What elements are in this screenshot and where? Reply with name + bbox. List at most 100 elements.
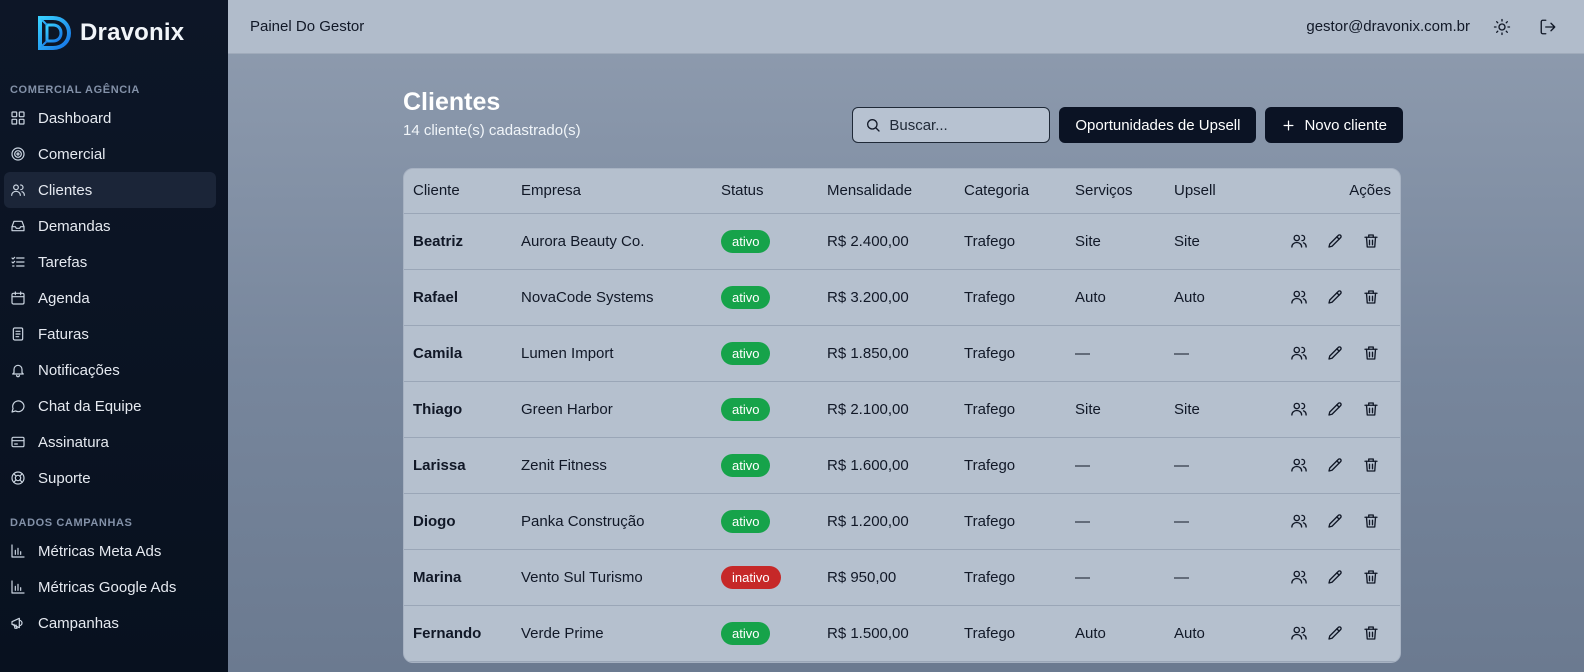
logout-button[interactable] xyxy=(1534,13,1562,41)
megaphone-icon xyxy=(11,617,23,629)
topbar-title: Painel Do Gestor xyxy=(250,18,365,35)
delete-button[interactable] xyxy=(1361,623,1381,643)
view-contacts-button[interactable] xyxy=(1289,567,1309,587)
view-contacts-button[interactable] xyxy=(1289,455,1309,475)
checklist-icon xyxy=(11,256,25,267)
pencil-icon xyxy=(1328,626,1342,640)
brand[interactable]: Dravonix xyxy=(0,0,228,66)
sidebar-item-metricas-google-ads[interactable]: Métricas Google Ads xyxy=(4,569,216,605)
sidebar-item-agenda[interactable]: Agenda xyxy=(4,280,216,316)
upsell-button-label: Oportunidades de Upsell xyxy=(1075,116,1241,134)
edit-button[interactable] xyxy=(1325,567,1345,587)
cell-mensalidade: R$ 1.200,00 xyxy=(818,493,955,550)
sidebar-item-dashboard[interactable]: Dashboard xyxy=(4,100,216,136)
cell-cliente: Thiago xyxy=(404,381,512,438)
sidebar-item-suporte[interactable]: Suporte xyxy=(4,460,216,496)
cell-acoes xyxy=(1255,269,1400,326)
cell-mensalidade: R$ 2.100,00 xyxy=(818,381,955,438)
page-actions: Oportunidades de Upsell Novo cliente xyxy=(852,107,1403,143)
table-row[interactable]: Marina Vento Sul Turismo inativo R$ 950,00 T… xyxy=(404,549,1400,606)
delete-button[interactable] xyxy=(1361,399,1381,419)
sidebar-item-tarefas[interactable]: Tarefas xyxy=(4,244,216,280)
cell-empresa: Lumen Import xyxy=(512,325,712,382)
sidebar-item-campanhas[interactable]: Campanhas xyxy=(4,605,216,641)
sidebar-nav: COMERCIAL AGÊNCIA Dashboard Comercial Clien… xyxy=(0,84,228,641)
sidebar-item-comercial[interactable]: Comercial xyxy=(4,136,216,172)
sidebar-item-chat-da-equipe[interactable]: Chat da Equipe xyxy=(4,388,216,424)
cell-cliente: Marina xyxy=(404,549,512,606)
table-row[interactable]: Thiago Green Harbor ativo R$ 2.100,00 Trafeg… xyxy=(404,381,1400,438)
cell-empresa: Green Harbor xyxy=(512,381,712,438)
clients-content: Clientes 14 cliente(s) cadastrado(s) Opo… xyxy=(403,88,1403,663)
bar-chart-icon xyxy=(11,580,25,594)
view-contacts-button[interactable] xyxy=(1289,399,1309,419)
new-client-button[interactable]: Novo cliente xyxy=(1265,107,1403,143)
table-row[interactable]: Rafael NovaCode Systems ativo R$ 3.200,00 Tr… xyxy=(404,269,1400,326)
delete-button[interactable] xyxy=(1361,511,1381,531)
delete-button[interactable] xyxy=(1361,231,1381,251)
user-icon xyxy=(1291,458,1307,472)
theme-toggle-button[interactable] xyxy=(1488,13,1516,41)
table-row[interactable]: Diogo Panka Construção ativo R$ 1.200,00 Tra… xyxy=(404,493,1400,550)
cell-acoes xyxy=(1255,213,1400,270)
view-contacts-button[interactable] xyxy=(1289,623,1309,643)
delete-button[interactable] xyxy=(1361,567,1381,587)
pencil-icon xyxy=(1328,234,1342,248)
table-row[interactable]: Camila Lumen Import ativo R$ 1.850,00 Trafeg… xyxy=(404,325,1400,382)
sidebar-item-assinatura[interactable]: Assinatura xyxy=(4,424,216,460)
table-body: Beatriz Aurora Beauty Co. ativo R$ 2.400,00… xyxy=(404,213,1400,662)
cell-empresa: Vento Sul Turismo xyxy=(512,549,712,606)
cell-mensalidade: R$ 950,00 xyxy=(818,549,955,606)
cell-acoes xyxy=(1255,325,1400,382)
sidebar-item-metricas-meta-ads[interactable]: Métricas Meta Ads xyxy=(4,533,216,569)
edit-button[interactable] xyxy=(1325,231,1345,251)
view-contacts-button[interactable] xyxy=(1289,231,1309,251)
page-title: Clientes xyxy=(403,88,501,116)
user-icon xyxy=(1291,346,1307,360)
edit-button[interactable] xyxy=(1325,287,1345,307)
view-contacts-button[interactable] xyxy=(1289,287,1309,307)
sidebar-item-label: Suporte xyxy=(38,469,91,487)
sidebar-item-clientes[interactable]: Clientes xyxy=(4,172,216,208)
users-icon xyxy=(11,184,25,196)
bell-icon xyxy=(12,364,24,378)
pencil-icon xyxy=(1328,346,1342,360)
view-contacts-button[interactable] xyxy=(1289,511,1309,531)
clients-table: Cliente Empresa Status Mensalidade Categ… xyxy=(404,169,1400,662)
cell-cliente: Camila xyxy=(404,325,512,382)
edit-button[interactable] xyxy=(1325,455,1345,475)
sidebar-item-demandas[interactable]: Demandas xyxy=(4,208,216,244)
sidebar-item-faturas[interactable]: Faturas xyxy=(4,316,216,352)
edit-button[interactable] xyxy=(1325,511,1345,531)
pencil-icon xyxy=(1328,514,1342,528)
inbox-icon xyxy=(11,220,25,232)
edit-button[interactable] xyxy=(1325,399,1345,419)
table-row[interactable]: Beatriz Aurora Beauty Co. ativo R$ 2.400,00… xyxy=(404,213,1400,270)
search-input[interactable] xyxy=(889,116,1040,134)
grid-icon xyxy=(11,111,25,125)
cell-status: ativo xyxy=(712,325,818,382)
sidebar-item-notificacoes[interactable]: Notificações xyxy=(4,352,216,388)
edit-button[interactable] xyxy=(1325,343,1345,363)
row-actions xyxy=(1264,343,1391,363)
upsell-opportunities-button[interactable]: Oportunidades de Upsell xyxy=(1059,107,1257,143)
delete-button[interactable] xyxy=(1361,455,1381,475)
table-row[interactable]: Fernando Verde Prime ativo R$ 1.500,00 Trafe… xyxy=(404,605,1400,662)
row-actions xyxy=(1264,287,1391,307)
cell-upsell: Site xyxy=(1165,213,1255,270)
search-box[interactable] xyxy=(852,107,1051,143)
trash-icon xyxy=(1364,626,1378,640)
cell-mensalidade: R$ 3.200,00 xyxy=(818,269,955,326)
delete-button[interactable] xyxy=(1361,287,1381,307)
trash-icon xyxy=(1364,234,1378,248)
cell-cliente: Fernando xyxy=(404,605,512,662)
user-icon xyxy=(1291,234,1307,248)
status-badge: ativo xyxy=(721,453,771,477)
cell-mensalidade: R$ 2.400,00 xyxy=(818,213,955,270)
view-contacts-button[interactable] xyxy=(1289,343,1309,363)
trash-icon xyxy=(1364,346,1378,360)
table-row[interactable]: Larissa Zenit Fitness ativo R$ 1.600,00 Traf… xyxy=(404,437,1400,494)
cell-acoes xyxy=(1255,605,1400,662)
delete-button[interactable] xyxy=(1361,343,1381,363)
edit-button[interactable] xyxy=(1325,623,1345,643)
